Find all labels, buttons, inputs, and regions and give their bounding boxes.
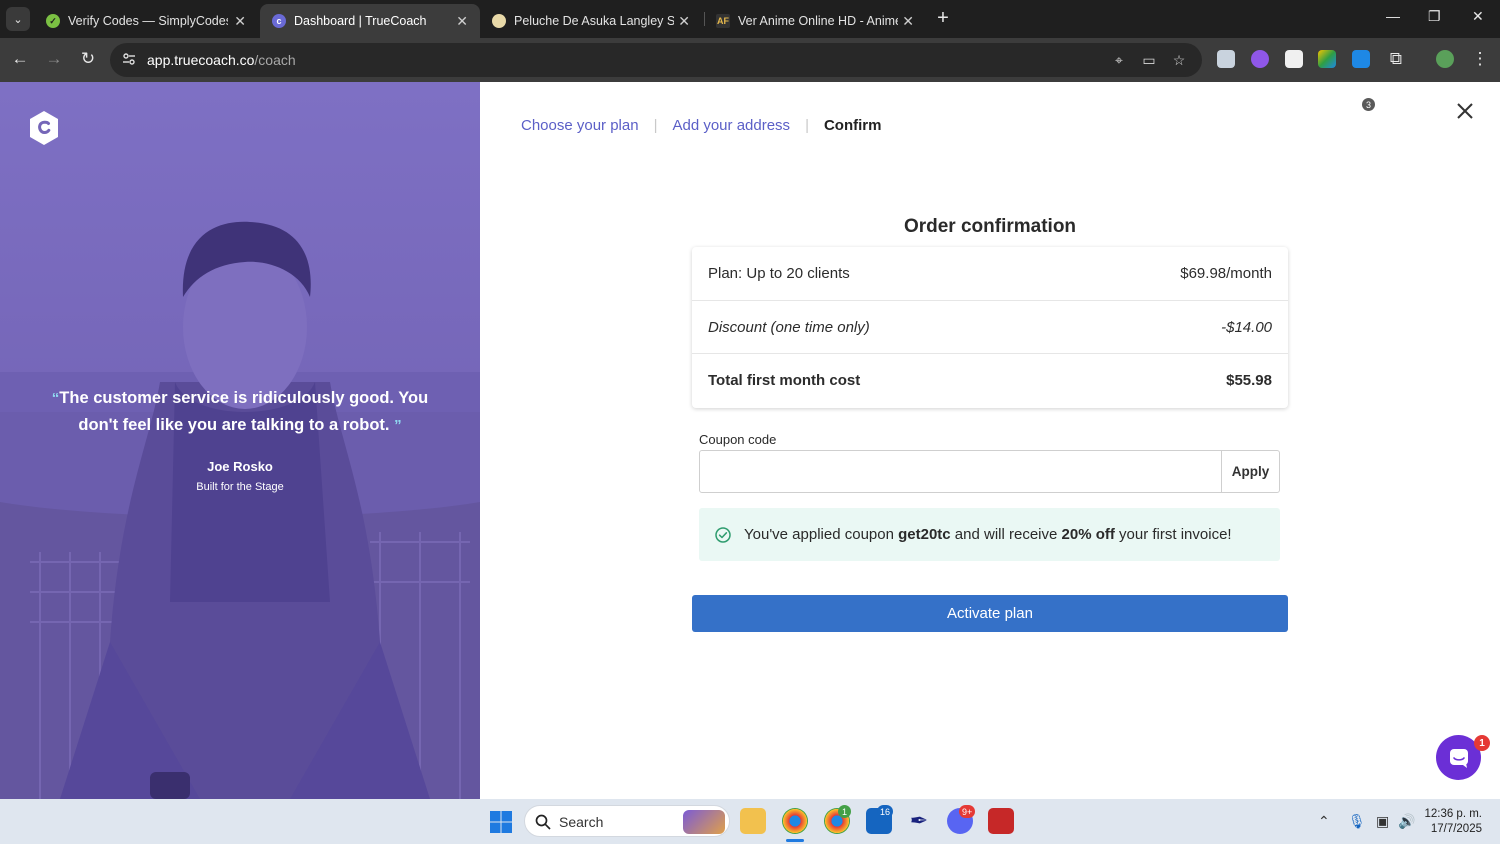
search-placeholder: Search	[559, 814, 604, 830]
privacy-extension-icon[interactable]	[1217, 50, 1235, 68]
screenshot-extension-icon[interactable]	[1285, 50, 1303, 68]
profile-avatar[interactable]	[1436, 50, 1454, 68]
windows-start-icon[interactable]	[489, 810, 513, 834]
total-label: Total first month cost	[708, 371, 861, 389]
order-summary-card: Plan: Up to 20 clients $69.98/month Disc…	[692, 247, 1288, 408]
search-icon	[535, 814, 551, 830]
testimonial-panel: “The customer service is ridiculously go…	[0, 82, 480, 799]
truecoach-favicon-icon: c	[272, 14, 286, 28]
order-row-plan: Plan: Up to 20 clients $69.98/month	[692, 247, 1288, 300]
quill-app-icon[interactable]: ✒	[906, 808, 932, 834]
tab-animefl[interactable]: AF Ver Anime Online HD - AnimeF ✕	[704, 4, 926, 38]
step-divider: |	[653, 117, 658, 134]
chrome-icon[interactable]	[782, 808, 808, 834]
new-tab-button[interactable]: +	[932, 8, 954, 30]
activate-plan-button[interactable]: Activate plan	[692, 595, 1288, 632]
checkout-steps-breadcrumb: Choose your plan | Add your address | Co…	[521, 117, 881, 134]
close-tab-icon[interactable]: ✕	[902, 13, 914, 30]
translate-extension-icon[interactable]	[1318, 50, 1336, 68]
tab-title: Verify Codes — SimplyCodes	[68, 14, 228, 28]
extension-badge: 3	[1362, 98, 1375, 111]
back-icon[interactable]: ←	[10, 49, 30, 69]
plan-price: $69.98/month	[1180, 265, 1272, 282]
close-icon[interactable]	[1454, 100, 1476, 122]
forward-icon[interactable]: →	[44, 49, 64, 69]
total-amount: $55.98	[1226, 371, 1272, 389]
window-close-icon[interactable]: ✕	[1472, 8, 1484, 25]
browser-menu-icon[interactable]: ⋮	[1470, 49, 1490, 69]
testimonial-quote: “The customer service is ridiculously go…	[30, 385, 450, 439]
search-highlight-image	[683, 810, 725, 834]
tab-title: Peluche De Asuka Langley Sory	[514, 14, 674, 28]
close-tab-icon[interactable]: ✕	[456, 13, 468, 30]
coupon-applied-notice: You've applied coupon get20tc and will r…	[699, 508, 1280, 561]
file-explorer-icon[interactable]	[740, 808, 766, 834]
tab-title: Ver Anime Online HD - AnimeF	[738, 14, 898, 28]
simplycodes-favicon-icon: ✓	[46, 14, 60, 28]
address-bar[interactable]: app.truecoach.co/coach ⌖ ▭ ☆	[110, 43, 1202, 77]
coach-photo	[0, 221, 480, 799]
extensions-puzzle-icon[interactable]: ⧉	[1386, 49, 1406, 69]
outlook-badge: 16	[877, 805, 894, 818]
order-row-discount: Discount (one time only) -$14.00	[692, 300, 1288, 353]
tab-peluche[interactable]: Peluche De Asuka Langley Sory ✕	[480, 4, 702, 38]
tab-truecoach[interactable]: c Dashboard | TrueCoach ✕	[260, 4, 480, 38]
testimonial-company: Built for the Stage	[196, 481, 284, 493]
coupon-code-input[interactable]	[699, 450, 1222, 493]
testimonial-author: Joe Rosko	[207, 459, 273, 474]
install-app-icon[interactable]: ▭	[1141, 52, 1157, 68]
microphone-icon[interactable]: 🎙	[1348, 813, 1366, 830]
coupon-discount-value: 20% off	[1061, 526, 1115, 543]
site-info-icon[interactable]	[122, 52, 136, 66]
windows-taskbar: Search 1 16 ✒ 9+ ⌃ 🎙 ▣ 🔊 12:36 p. m. 17/…	[0, 799, 1500, 844]
apply-coupon-button[interactable]: Apply	[1221, 450, 1280, 493]
simplycodes-extension-icon[interactable]	[1251, 50, 1269, 68]
plan-label: Plan: Up to 20 clients	[708, 265, 850, 282]
chat-notification-badge: 1	[1474, 735, 1490, 751]
close-quote-icon: ”	[394, 417, 402, 434]
browser-tabstrip: ⌄ ✓ Verify Codes — SimplyCodes ✕ c Dashb…	[0, 0, 1500, 38]
show-hidden-icons-chevron-icon[interactable]: ⌃	[1318, 813, 1330, 830]
volume-icon[interactable]: 🔊	[1398, 813, 1415, 830]
extension-with-badge-icon[interactable]	[1352, 50, 1370, 68]
coupon-code-label: Coupon code	[699, 432, 777, 447]
animefl-favicon-icon: AF	[716, 14, 730, 28]
step-add-address[interactable]: Add your address	[672, 117, 790, 134]
clock-date: 17/7/2025	[1430, 823, 1482, 835]
order-row-total: Total first month cost $55.98	[692, 353, 1288, 406]
order-confirmation-title: Order confirmation	[903, 216, 1077, 237]
taskbar-clock[interactable]: 12:36 p. m. 17/7/2025	[1416, 807, 1496, 837]
truecoach-logo-icon[interactable]	[28, 110, 60, 146]
check-circle-icon	[715, 526, 731, 543]
discount-label: Discount (one time only)	[708, 318, 870, 336]
restore-icon[interactable]: ❐	[1428, 8, 1441, 25]
tab-search-button[interactable]: ⌄	[6, 7, 30, 31]
chat-icon	[1449, 748, 1468, 768]
minimize-icon[interactable]: —	[1386, 8, 1400, 24]
network-icon[interactable]: ▣	[1376, 813, 1389, 830]
close-tab-icon[interactable]: ✕	[678, 13, 690, 30]
bookmark-star-icon[interactable]: ☆	[1171, 52, 1187, 68]
step-choose-plan[interactable]: Choose your plan	[521, 117, 639, 134]
chrome-profile-badge: 1	[838, 805, 851, 818]
step-confirm: Confirm	[823, 117, 882, 134]
quote-text: The customer service is ridiculously goo…	[59, 389, 429, 434]
discord-badge: 9+	[959, 805, 976, 818]
tab-title: Dashboard | TrueCoach	[294, 14, 427, 28]
store-favicon-icon	[492, 14, 506, 28]
discount-amount: -$14.00	[1221, 318, 1272, 336]
url-text: app.truecoach.co/coach	[147, 52, 296, 68]
active-app-indicator	[786, 839, 804, 842]
location-icon[interactable]: ⌖	[1111, 52, 1127, 68]
tab-simplycodes[interactable]: ✓ Verify Codes — SimplyCodes ✕	[34, 4, 258, 38]
coupon-code-value: get20tc	[898, 526, 951, 543]
step-divider: |	[805, 117, 809, 134]
close-tab-icon[interactable]: ✕	[234, 13, 246, 30]
coupon-notice-text: You've applied coupon get20tc and will r…	[744, 526, 1232, 543]
clock-time: 12:36 p. m.	[1424, 808, 1482, 820]
taskbar-search[interactable]: Search	[524, 805, 730, 837]
browser-toolbar: ← → ↻ app.truecoach.co/coach ⌖ ▭ ☆ 3 ⧉ ⋮	[0, 38, 1500, 111]
reload-icon[interactable]: ↻	[78, 49, 98, 69]
game-app-icon[interactable]	[988, 808, 1014, 834]
